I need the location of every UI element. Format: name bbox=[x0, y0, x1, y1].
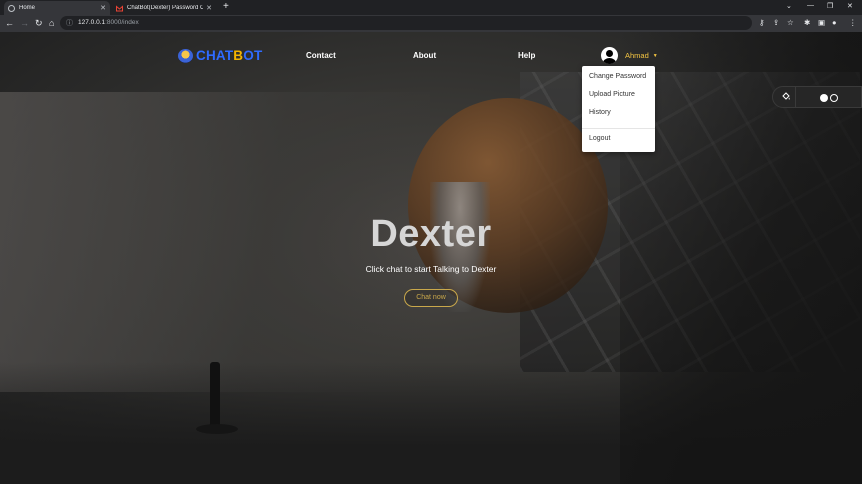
nav-link-help[interactable]: Help bbox=[518, 51, 535, 60]
user-menu-toggle[interactable]: Ahmad ▼ bbox=[601, 47, 658, 64]
logo-text-prefix: CHAT bbox=[196, 48, 234, 63]
chat-now-button[interactable]: Chat now bbox=[404, 289, 458, 307]
paint-bucket-icon[interactable] bbox=[781, 92, 791, 104]
home-icon[interactable]: ⌂ bbox=[49, 17, 54, 29]
site-info-icon[interactable]: ⓘ bbox=[66, 18, 73, 28]
caret-down-icon: ▼ bbox=[652, 52, 658, 59]
menu-item-history[interactable]: History bbox=[589, 109, 611, 116]
new-tab-button[interactable]: + bbox=[223, 1, 229, 12]
close-tab-icon[interactable]: ✕ bbox=[100, 4, 106, 12]
bookmark-star-icon[interactable]: ☆ bbox=[787, 18, 794, 28]
share-icon[interactable]: ⇪ bbox=[773, 18, 779, 28]
theme-divider bbox=[795, 87, 796, 107]
home-favicon-icon bbox=[8, 4, 15, 12]
user-name: Ahmad bbox=[625, 51, 649, 60]
close-window-button[interactable]: ✕ bbox=[847, 2, 853, 10]
profile-avatar-icon[interactable]: ● bbox=[832, 18, 837, 28]
address-bar[interactable]: ⓘ 127.0.0.1:8000/index bbox=[60, 16, 752, 30]
back-arrow-icon[interactable]: ← bbox=[5, 17, 14, 29]
theme-switcher bbox=[772, 86, 862, 108]
logo-text-suffix: OT bbox=[243, 48, 263, 63]
hero-title: Dexter bbox=[370, 213, 492, 255]
gmail-favicon-icon bbox=[116, 4, 123, 12]
menu-item-upload-picture[interactable]: Upload Picture bbox=[589, 91, 635, 98]
forward-arrow-icon[interactable]: → bbox=[20, 17, 29, 29]
url-host: 127.0.0.1 bbox=[78, 19, 106, 26]
background-stanchion-base bbox=[196, 424, 238, 434]
tab-title: ChatBot(Dexter) Password Chang bbox=[127, 5, 204, 11]
tab-search-icon[interactable]: ⌄ bbox=[786, 2, 792, 10]
tab-title: Home bbox=[19, 5, 36, 11]
nav-link-about[interactable]: About bbox=[413, 51, 436, 60]
key-icon[interactable]: ⚷ bbox=[759, 18, 765, 28]
browser-toolbar: ← → ↻ ⌂ ⓘ 127.0.0.1:8000/index ⚷ ⇪ ☆ ✱ ▣… bbox=[0, 15, 862, 32]
hero-subtitle: Click chat to start Talking to Dexter bbox=[365, 264, 497, 274]
menu-item-change-password[interactable]: Change Password bbox=[589, 73, 646, 80]
extensions-puzzle-icon[interactable]: ✱ bbox=[804, 18, 810, 28]
menu-item-logout[interactable]: Logout bbox=[589, 135, 610, 142]
menu-divider bbox=[582, 128, 655, 129]
minimize-button[interactable]: — bbox=[807, 2, 814, 9]
logo-text: CHATBOT bbox=[196, 48, 262, 63]
url-text: 127.0.0.1:8000/index bbox=[78, 19, 139, 26]
owl-logo-icon bbox=[178, 48, 193, 63]
browser-tab-strip: Home ✕ ChatBot(Dexter) Password Chang ✕ … bbox=[0, 0, 862, 15]
background-stanchion bbox=[210, 362, 220, 432]
browser-tab-home[interactable]: Home ✕ bbox=[4, 1, 110, 15]
nav-link-contact[interactable]: Contact bbox=[306, 51, 336, 60]
logo-text-b: B bbox=[233, 48, 244, 63]
side-panel-icon[interactable]: ▣ bbox=[818, 18, 825, 28]
dark-theme-dot-icon[interactable] bbox=[830, 94, 838, 102]
user-dropdown-menu: Change Password Upload Picture History L… bbox=[582, 66, 655, 152]
user-avatar-icon bbox=[601, 47, 618, 64]
reload-icon[interactable]: ↻ bbox=[35, 17, 43, 29]
menu-kebab-icon[interactable]: ⋮ bbox=[849, 18, 857, 28]
browser-tab-password[interactable]: ChatBot(Dexter) Password Chang ✕ bbox=[112, 1, 216, 15]
close-tab-icon[interactable]: ✕ bbox=[206, 4, 212, 12]
page-viewport: CHATBOT Contact About Help Ahmad ▼ Chang… bbox=[0, 32, 862, 484]
light-theme-dot-icon[interactable] bbox=[820, 94, 828, 102]
url-path: :8000/index bbox=[105, 19, 139, 26]
maximize-button[interactable]: ❐ bbox=[827, 2, 833, 10]
chatbot-logo[interactable]: CHATBOT bbox=[178, 48, 262, 63]
